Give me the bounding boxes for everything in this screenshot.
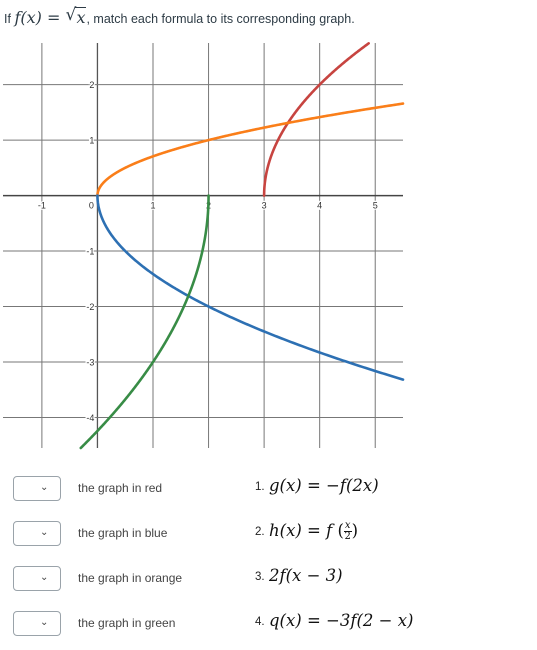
y-tick-label: -4 <box>86 413 94 423</box>
question-instruction: , match each formula to its correspondin… <box>86 12 355 26</box>
answer-dropdown-green[interactable]: ⌄ <box>13 611 61 636</box>
formula-4: q(x) = −3f(2 − x) <box>269 611 413 630</box>
function-graph: -1 0 1 2 3 4 521-1-2-3-4 <box>3 42 405 450</box>
answer-dropdown-blue[interactable]: ⌄ <box>13 521 61 546</box>
function-lhs: f(x) = <box>14 8 61 27</box>
y-tick-label: 1 <box>89 136 94 146</box>
y-tick-label: -1 <box>86 247 94 257</box>
fraction-denominator: 2 <box>344 531 351 542</box>
x-tick-label: -1 <box>38 201 46 211</box>
curve-blue <box>96 194 405 381</box>
curve-red <box>262 42 370 197</box>
answer-dropdown-orange[interactable]: ⌄ <box>13 566 61 591</box>
formula-2: h(x) = f (x 2) <box>269 520 358 542</box>
x-tick-label: 0 <box>89 201 94 211</box>
formula-1: g(x) = −f(2x) <box>269 476 379 495</box>
curve-green <box>79 194 210 450</box>
y-tick-label: -2 <box>86 302 94 312</box>
match-row-blue: ⌄ the graph in blue 2. h(x) = f (x 2) <box>13 521 533 549</box>
y-tick-label: -3 <box>86 358 94 368</box>
formula-4-text: q(x) = −3f(2 − x) <box>269 611 414 630</box>
radicand: x <box>75 7 87 27</box>
curves <box>79 42 405 450</box>
graph-label-red: the graph in red <box>78 481 163 495</box>
question-text: If f(x) = √ x, match each formula to its … <box>4 5 355 27</box>
match-row-orange: ⌄ the graph in orange 3. 2f(x − 3) <box>13 566 533 594</box>
curve-orange <box>96 102 405 197</box>
formula-2-text: h(x) = f <box>269 521 333 540</box>
y-tick-label: 2 <box>89 80 94 90</box>
chevron-down-icon: ⌄ <box>40 572 49 583</box>
formula-number-1: 1. <box>255 481 265 493</box>
match-row-red: ⌄ the graph in red 1. g(x) = −f(2x) <box>13 476 533 504</box>
fraction-x-over-2: x2 <box>343 521 352 542</box>
sqrt-expression: √ x <box>65 5 87 27</box>
chevron-down-icon: ⌄ <box>40 617 49 628</box>
x-tick-label: 5 <box>373 201 378 211</box>
graph-label-green: the graph in green <box>78 616 176 630</box>
formula-3: 2f(x − 3) <box>269 566 343 585</box>
formula-number-3: 3. <box>255 571 265 583</box>
question-prefix: If <box>4 12 11 26</box>
graph-label-blue: the graph in blue <box>78 526 168 540</box>
x-tick-label: 3 <box>262 201 267 211</box>
answer-dropdown-red[interactable]: ⌄ <box>13 476 61 501</box>
graph-label-orange: the graph in orange <box>78 571 183 585</box>
x-tick-label: 4 <box>317 201 322 211</box>
match-row-green: ⌄ the graph in green 4. q(x) = −3f(2 − x… <box>13 611 533 639</box>
x-tick-label: 1 <box>150 201 155 211</box>
radical-icon: √ <box>65 5 77 25</box>
formula-1-text: g(x) = −f(2x) <box>269 476 379 495</box>
chevron-down-icon: ⌄ <box>40 527 49 538</box>
chevron-down-icon: ⌄ <box>40 482 49 493</box>
formula-3-text: 2f(x − 3) <box>269 566 343 585</box>
formula-number-4: 4. <box>255 616 265 628</box>
function-definition: f(x) = √ x <box>14 5 87 27</box>
formula-number-2: 2. <box>255 526 265 538</box>
